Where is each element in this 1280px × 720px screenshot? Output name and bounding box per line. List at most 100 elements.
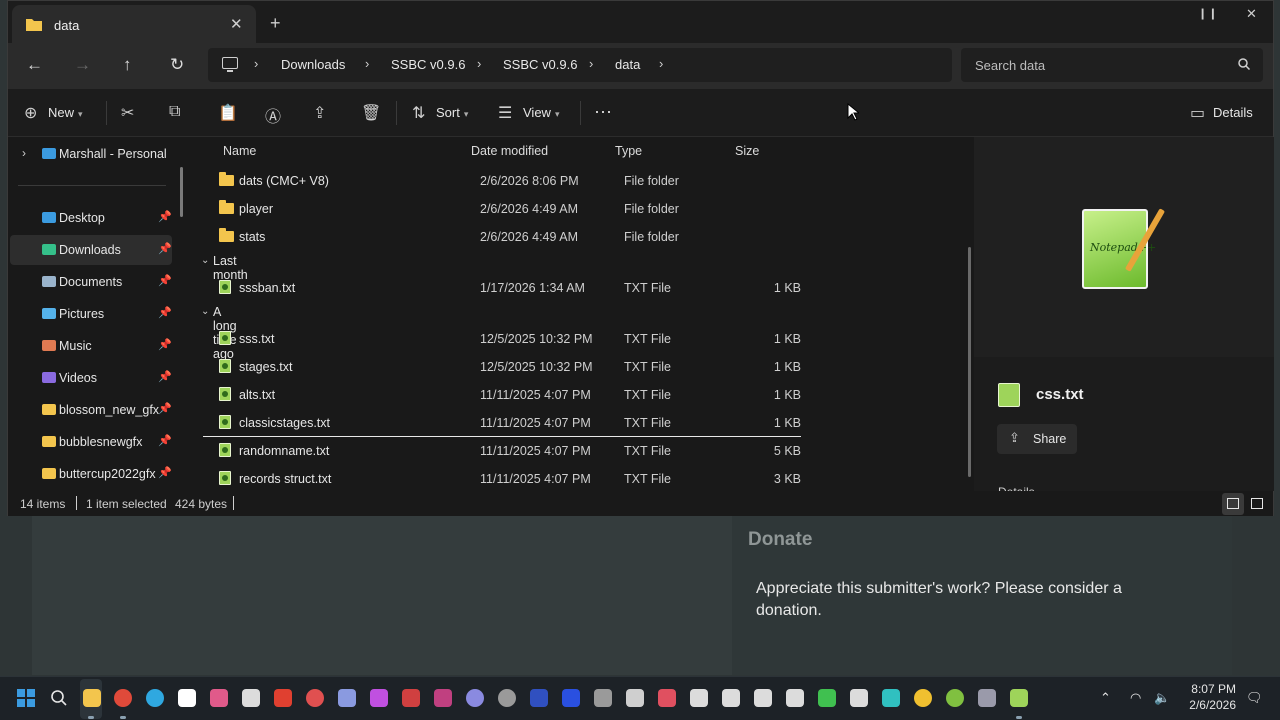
sidebar-item-bubbles[interactable]: bubblesnewgfx 📌 [10,427,172,457]
view-button[interactable]: View ▾ [523,105,559,120]
tiles-view-button[interactable] [1246,493,1268,515]
app-taskbar-icon[interactable] [466,689,484,707]
file-row[interactable]: classicstages.txt 11/11/2025 4:07 PM TXT… [203,409,801,437]
refresh-button[interactable]: ↻ [170,55,184,75]
sort-button[interactable]: Sort ▾ [436,105,468,120]
app-taskbar-icon[interactable] [434,689,452,707]
cut-icon[interactable]: ✂ [121,103,134,123]
file-row[interactable]: player 2/6/2026 4:49 AM File folder [203,195,801,223]
search-icon[interactable] [50,689,68,707]
steam-taskbar-icon[interactable] [242,689,260,707]
file-row[interactable]: sssban.txt 1/17/2026 1:34 AM TXT File 1 … [203,274,801,302]
column-header-date[interactable]: Date modified [471,144,548,158]
details-button[interactable]: Details [1213,105,1253,120]
app-taskbar-icon[interactable] [402,689,420,707]
breadcrumb-ssbc-outer[interactable]: SSBC v0.9.6 [391,57,465,72]
file-row[interactable]: stats 2/6/2026 4:49 AM File folder [203,223,801,251]
chevron-down-icon[interactable]: ⌄ [201,306,209,317]
tab-data[interactable]: data ✕ [12,5,256,43]
details-view-button[interactable] [1222,493,1244,515]
app-taskbar-icon[interactable] [722,689,740,707]
app-taskbar-icon[interactable] [754,689,772,707]
chevron-down-icon[interactable]: ⌄ [201,255,209,266]
column-header-name[interactable]: Name [223,144,256,158]
address-bar[interactable]: › Downloads › SSBC v0.9.6 › SSBC v0.9.6 … [208,48,952,82]
breadcrumb-separator[interactable]: › [254,56,258,71]
app-taskbar-icon[interactable] [914,689,932,707]
file-row[interactable]: records struct.txt 11/11/2025 4:07 PM TX… [203,465,801,493]
sidebar-item-blossom[interactable]: blossom_new_gfx 📌 [10,395,172,425]
app-taskbar-icon[interactable] [626,689,644,707]
up-button[interactable]: ↑ [123,55,132,75]
app-taskbar-icon[interactable] [978,689,996,707]
breadcrumb-downloads[interactable]: Downloads [281,57,345,72]
breadcrumb-separator[interactable]: › [365,56,369,71]
paste-icon[interactable]: 📋 [218,103,238,123]
search-input[interactable]: Search data [975,58,1045,73]
tab-close-icon[interactable]: ✕ [230,15,243,33]
notepad-plus-plus-taskbar-icon[interactable] [1010,689,1028,707]
breadcrumb-separator[interactable]: › [659,56,663,71]
app-taskbar-icon[interactable] [210,689,228,707]
app-taskbar-icon[interactable] [306,689,324,707]
breadcrumb-data[interactable]: data [615,57,640,72]
breadcrumb-ssbc-inner[interactable]: SSBC v0.9.6 [503,57,577,72]
search-box[interactable]: Search data [961,48,1263,82]
chevron-right-icon[interactable]: › [22,146,26,160]
file-row[interactable]: randomname.txt 11/11/2025 4:07 PM TXT Fi… [203,437,801,465]
minimize-button[interactable]: ❙❙ [1198,7,1218,20]
close-window-button[interactable]: ✕ [1246,6,1257,22]
edge-taskbar-icon[interactable] [146,689,164,707]
sidebar-item-downloads[interactable]: Downloads 📌 [10,235,172,265]
breadcrumb-separator[interactable]: › [589,56,593,71]
breadcrumb-separator[interactable]: › [477,56,481,71]
app-taskbar-icon[interactable] [338,689,356,707]
app-taskbar-icon[interactable] [274,689,292,707]
app-taskbar-icon[interactable] [786,689,804,707]
app-taskbar-icon[interactable] [818,689,836,707]
chrome-taskbar-icon[interactable] [114,689,132,707]
column-header-type[interactable]: Type [615,144,642,158]
app-taskbar-icon[interactable] [370,689,388,707]
new-button[interactable]: New ▾ [48,105,83,120]
app-taskbar-icon[interactable] [658,689,676,707]
forward-button[interactable]: → [74,55,91,75]
sidebar-item-videos[interactable]: Videos 📌 [10,363,172,393]
app-taskbar-icon[interactable] [594,689,612,707]
file-row[interactable]: dats (CMC+ V8) 2/6/2026 8:06 PM File fol… [203,167,801,195]
animate-taskbar-icon[interactable] [530,689,548,707]
app-taskbar-icon[interactable] [882,689,900,707]
store-taskbar-icon[interactable] [178,689,196,707]
column-header-size[interactable]: Size [735,144,759,158]
new-tab-button[interactable]: + [270,13,281,34]
more-options-button[interactable]: ··· [594,101,612,122]
sidebar-item-onedrive[interactable]: › Marshall - Personal [10,139,172,169]
clock-date[interactable]: 2/6/2026 [1178,698,1236,712]
wifi-icon[interactable]: ◠ [1130,690,1141,706]
volume-icon[interactable]: 🔈 [1154,690,1170,706]
file-row[interactable]: sss.txt 12/5/2025 10:32 PM TXT File 1 KB [203,325,801,353]
clock-time[interactable]: 8:07 PM [1178,682,1236,696]
sidebar-item-buttercup[interactable]: buttercup2022gfx 📌 [10,459,172,489]
file-row[interactable]: stages.txt 12/5/2025 10:32 PM TXT File 1… [203,353,801,381]
sidebar-item-documents[interactable]: Documents 📌 [10,267,172,297]
delete-icon[interactable]: 🗑 [361,103,381,123]
app-taskbar-icon[interactable] [850,689,868,707]
app-taskbar-icon[interactable] [690,689,708,707]
back-button[interactable]: ← [26,55,43,75]
app-taskbar-icon[interactable] [498,689,516,707]
share-icon[interactable]: ⇪ [313,103,326,123]
app-taskbar-icon[interactable] [562,689,580,707]
app-taskbar-icon[interactable] [946,689,964,707]
file-list-scrollbar[interactable] [968,247,971,477]
start-icon[interactable] [17,689,35,707]
rename-icon[interactable]: Ⓐ [265,103,281,127]
file-explorer-taskbar-icon[interactable] [83,689,101,707]
sidebar-scrollbar[interactable] [180,167,183,217]
share-button[interactable]: ⇪ Share [997,424,1077,454]
sidebar-item-pictures[interactable]: Pictures 📌 [10,299,172,329]
this-pc-icon[interactable] [222,57,238,72]
sidebar-item-desktop[interactable]: Desktop 📌 [10,203,172,233]
notification-icon[interactable]: 🗨 [1246,690,1263,706]
file-row[interactable]: alts.txt 11/11/2025 4:07 PM TXT File 1 K… [203,381,801,409]
